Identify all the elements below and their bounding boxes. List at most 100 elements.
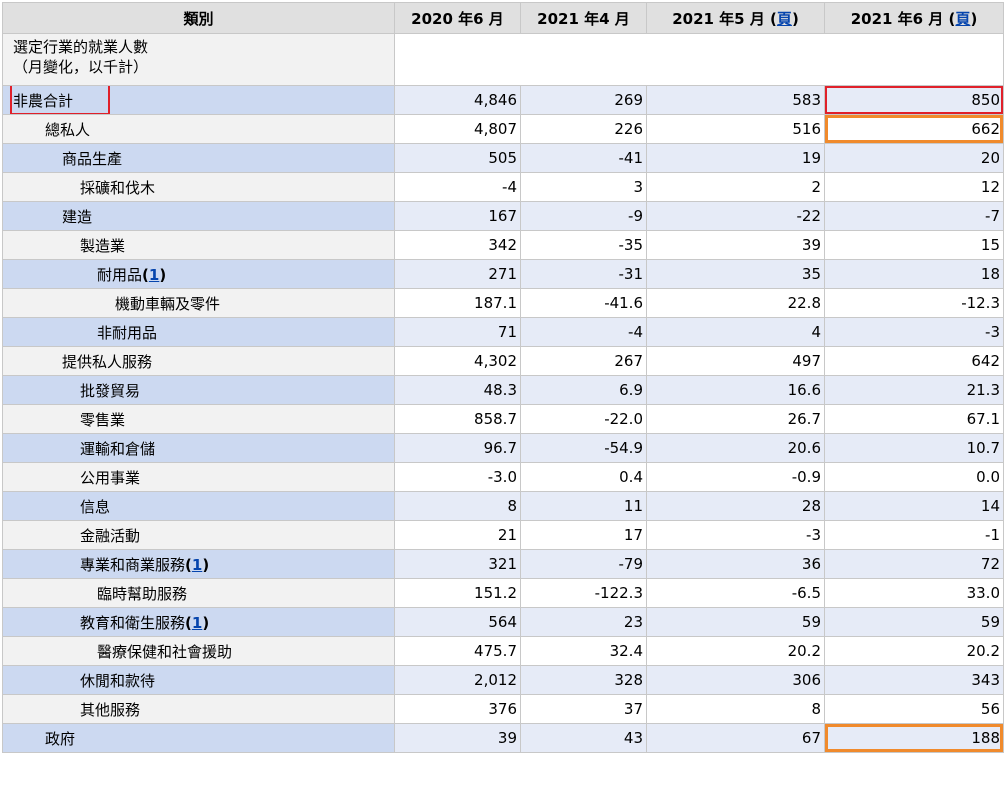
- row-value: -31: [520, 259, 647, 289]
- row-value: 306: [646, 665, 825, 695]
- row-value: 23: [520, 607, 647, 637]
- row-value: 20: [824, 143, 1004, 173]
- row-value: -22.0: [520, 404, 647, 434]
- row-value: 28: [646, 491, 825, 521]
- page-link-2021-05[interactable]: 頁: [777, 10, 792, 28]
- row-category-label: 總私人: [45, 120, 91, 139]
- table-row: 專業和商業服務(1) 321 -79 36 72: [2, 549, 1004, 579]
- row-value: 39: [394, 723, 521, 753]
- row-value: 67.1: [824, 404, 1004, 434]
- row-value: -122.3: [520, 578, 647, 608]
- footnote-link[interactable]: (1): [185, 556, 209, 574]
- row-value: 516: [646, 114, 825, 144]
- header-category: 類別: [2, 2, 395, 34]
- row-value: 850: [824, 85, 1004, 115]
- footnote-number[interactable]: 1: [149, 266, 159, 284]
- row-category-label: 建造: [62, 207, 93, 226]
- row-value: 20.6: [646, 433, 825, 463]
- row-value-text: 188: [971, 729, 1000, 747]
- row-category-label: 提供私人服務: [62, 352, 153, 371]
- row-category-label: 非農合計: [13, 91, 74, 110]
- row-value: -35: [520, 230, 647, 260]
- row-value: 2,012: [394, 665, 521, 695]
- row-value: 4,302: [394, 346, 521, 376]
- page-link-2021-06[interactable]: 頁: [955, 10, 970, 28]
- row-category: 臨時幫助服務: [2, 578, 395, 608]
- table-row: 運輸和倉儲 96.7 -54.9 20.6 10.7: [2, 433, 1004, 463]
- row-category: 採礦和伐木: [2, 172, 395, 202]
- table-row: 非農合計 4,846 269 583 850: [2, 85, 1004, 115]
- row-category: 總私人: [2, 114, 395, 144]
- row-value: 48.3: [394, 375, 521, 405]
- row-value: 321: [394, 549, 521, 579]
- row-value: 6.9: [520, 375, 647, 405]
- row-value: 0.0: [824, 462, 1004, 492]
- row-category: 信息: [2, 491, 395, 521]
- row-value: 328: [520, 665, 647, 695]
- row-category-label: 金融活動: [80, 526, 141, 545]
- row-value: 37: [520, 694, 647, 724]
- footnote-link[interactable]: (1): [185, 614, 209, 632]
- row-category-label: 政府: [45, 729, 76, 748]
- row-category: 提供私人服務: [2, 346, 395, 376]
- row-category: 政府: [2, 723, 395, 753]
- footnote-link[interactable]: (1): [142, 266, 166, 284]
- row-value: -4: [394, 172, 521, 202]
- table-row: 其他服務 376 37 8 56: [2, 694, 1004, 724]
- row-value: 16.6: [646, 375, 825, 405]
- row-value: 267: [520, 346, 647, 376]
- row-value: 269: [520, 85, 647, 115]
- row-category-label: 商品生產: [62, 149, 123, 168]
- table-row: 總私人 4,807 226 516 662: [2, 114, 1004, 144]
- row-value: 167: [394, 201, 521, 231]
- table-row: 教育和衛生服務(1) 564 23 59 59: [2, 607, 1004, 637]
- row-value: 4: [646, 317, 825, 347]
- row-value: -3: [646, 520, 825, 550]
- row-value: -9: [520, 201, 647, 231]
- row-value: 642: [824, 346, 1004, 376]
- row-value: 2: [646, 172, 825, 202]
- row-category: 其他服務: [2, 694, 395, 724]
- footnote-number[interactable]: 1: [192, 556, 202, 574]
- row-category-label: 零售業: [80, 410, 126, 429]
- table-row: 休閒和款待 2,012 328 306 343: [2, 665, 1004, 695]
- row-value: 21.3: [824, 375, 1004, 405]
- row-value: -41: [520, 143, 647, 173]
- row-value: 17: [520, 520, 647, 550]
- row-value: 15: [824, 230, 1004, 260]
- row-value: 19: [646, 143, 825, 173]
- row-value: -4: [520, 317, 647, 347]
- row-category: 金融活動: [2, 520, 395, 550]
- footnote-number[interactable]: 1: [192, 614, 202, 632]
- row-value: -22: [646, 201, 825, 231]
- row-value: 39: [646, 230, 825, 260]
- employment-table: 類別 2020 年6 月 2021 年4 月 2021 年5 月 (頁) 202…: [2, 2, 1004, 753]
- row-value: 8: [394, 491, 521, 521]
- row-value: -41.6: [520, 288, 647, 318]
- row-value: 59: [824, 607, 1004, 637]
- row-value: 20.2: [824, 636, 1004, 666]
- table-row: 製造業 342 -35 39 15: [2, 230, 1004, 260]
- row-category: 公用事業: [2, 462, 395, 492]
- row-value: 12: [824, 172, 1004, 202]
- row-value: -6.5: [646, 578, 825, 608]
- table-row: 信息 8 11 28 14: [2, 491, 1004, 521]
- row-value: 10.7: [824, 433, 1004, 463]
- intro-label: 選定行業的就業人數 （月變化，以千計）: [2, 33, 395, 86]
- table-row: 耐用品(1) 271 -31 35 18: [2, 259, 1004, 289]
- row-category-label: 信息: [80, 497, 111, 516]
- row-value: 4,807: [394, 114, 521, 144]
- row-value: -3: [824, 317, 1004, 347]
- table-row: 採礦和伐木 -4 3 2 12: [2, 172, 1004, 202]
- row-category: 零售業: [2, 404, 395, 434]
- row-value: 151.2: [394, 578, 521, 608]
- row-category: 教育和衛生服務(1): [2, 607, 395, 637]
- row-category-label: 採礦和伐木: [80, 178, 156, 197]
- row-category-label: 醫療保健和社會援助: [97, 642, 233, 661]
- row-category: 運輸和倉儲: [2, 433, 395, 463]
- table-row: 公用事業 -3.0 0.4 -0.9 0.0: [2, 462, 1004, 492]
- row-category: 非耐用品: [2, 317, 395, 347]
- row-value: 564: [394, 607, 521, 637]
- row-value: 11: [520, 491, 647, 521]
- row-category-label: 其他服務: [80, 700, 141, 719]
